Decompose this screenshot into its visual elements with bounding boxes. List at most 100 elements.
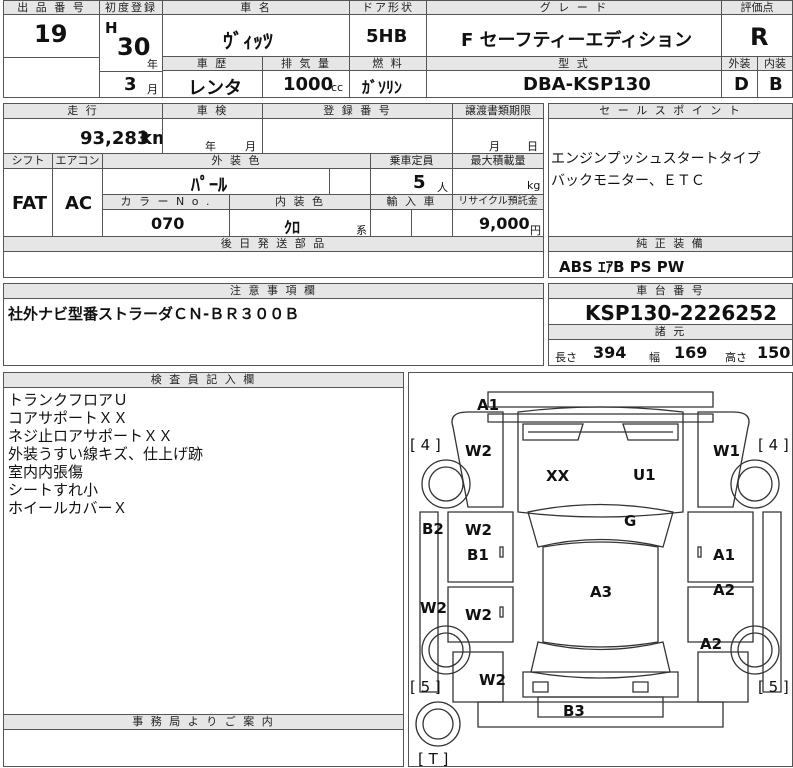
mileage-header: 走 行 <box>3 103 163 119</box>
mileage-cell: 93,283 km <box>3 118 171 154</box>
max-load-header: 最大積載量 <box>452 153 544 169</box>
inspection-month: 月 <box>245 140 256 153</box>
height-value: 150 <box>757 343 791 362</box>
history-header: 車 歴 <box>162 56 263 71</box>
chassis-value: KSP130-2226252 <box>585 301 778 325</box>
grade-cell: F セーフティーエディション <box>426 14 722 57</box>
model-header: 型 式 <box>426 56 722 71</box>
code-front-right-w1: W1 <box>713 442 740 460</box>
capacity-value: 5 <box>413 172 426 193</box>
notes-value: 社外ナビ型番ストラーダＣＮ-ＢＲ３００Ｂ <box>8 305 300 323</box>
code-right-rear-fender-a2: A2 <box>700 635 723 653</box>
later-parts-header: 後 日 発 送 部 品 <box>3 236 544 252</box>
month-value: 3 <box>124 74 137 95</box>
inspector-cell: トランクフロアＵ コアサポートＸＸ ネジ止ロアサポートＸＸ 外装うすい線キズ、仕… <box>3 387 404 715</box>
year-unit: 年 <box>147 58 158 71</box>
genuine-equip-value: ABS ｴｱB PS PW <box>559 258 685 276</box>
code-front-a1: A1 <box>477 396 500 414</box>
exterior-header: 外装 <box>721 56 758 71</box>
int-color-cell: ｸﾛ 系 <box>229 209 371 237</box>
lot-no-header: 出 品 番 号 <box>3 0 100 15</box>
month-unit: 月 <box>147 83 158 96</box>
capacity-unit: 人 <box>437 181 448 194</box>
inspection-year: 年 <box>205 140 216 153</box>
int-color-header: 内 装 色 <box>229 194 371 210</box>
transfer-month: 月 <box>489 140 500 153</box>
fuel-cell: ｶﾞｿﾘﾝ <box>349 70 427 98</box>
shift-cell: FAT <box>3 168 53 237</box>
tire-right-rear: [ 5 ] <box>758 678 789 696</box>
interior-value: B <box>769 74 783 95</box>
import-cell-a <box>370 209 412 237</box>
rating-cell: R <box>721 14 793 57</box>
recycle-cell: 9,000 円 <box>452 209 544 237</box>
tire-left-rear: [ 5 ] <box>410 678 441 696</box>
width-label: 幅 <box>649 351 660 364</box>
reg-no-cell <box>262 118 453 154</box>
length-label: 長さ <box>555 351 577 364</box>
car-name-cell: ｳﾞｨｯﾂ <box>162 14 350 57</box>
transfer-cell: 月 日 <box>452 118 544 154</box>
code-rear-left-w2: W2 <box>479 671 506 689</box>
door-value: 5HB <box>366 26 408 47</box>
code-right-front-door-a1: A1 <box>713 546 736 564</box>
shift-header: シフト <box>3 153 53 169</box>
displacement-header: 排 気 量 <box>262 56 350 71</box>
door-cell: 5HB <box>349 14 427 57</box>
first-reg-month-cell: 3 月 <box>99 71 163 98</box>
door-header: ドア形状 <box>349 0 427 15</box>
ext-color-header: 外 装 色 <box>102 153 371 169</box>
rating-value: R <box>750 23 769 51</box>
inspector-header: 検 査 員 記 入 欄 <box>3 372 404 388</box>
dimensions-header: 諸 元 <box>548 324 793 340</box>
code-left-rear-door-w2: W2 <box>465 606 492 624</box>
model-cell: DBA-KSP130 <box>426 70 722 98</box>
code-right-rear-door-a2: A2 <box>713 581 736 599</box>
inspector-line: ホイールカバーＸ <box>8 499 128 517</box>
aircon-cell: AC <box>52 168 103 237</box>
displacement-unit: cc <box>331 81 344 94</box>
car-diagram <box>415 391 782 747</box>
interior-header: 内装 <box>757 56 793 71</box>
sales-point-line1: エンジンプッシュスタートタイプ <box>551 151 761 167</box>
recycle-value: 9,000 <box>479 214 530 233</box>
max-load-unit: kg <box>527 179 541 192</box>
import-cell-b <box>411 209 453 237</box>
code-hood-xx: XX <box>546 467 570 485</box>
genuine-equip-header: 純 正 装 備 <box>548 236 793 252</box>
fuel-value: ｶﾞｿﾘﾝ <box>362 78 403 97</box>
ext-color-cell: ﾊﾟｰﾙ <box>102 168 330 196</box>
code-roof-a3: A3 <box>590 583 613 601</box>
sales-point-line2: バックモニター、ＥＴＣ <box>551 173 705 189</box>
aircon-value: AC <box>65 193 93 214</box>
tire-spare: [ T ] <box>418 750 449 768</box>
tire-left-front: [ 4 ] <box>410 436 441 454</box>
model-value: DBA-KSP130 <box>523 74 651 95</box>
history-value: レンタ <box>188 78 242 99</box>
code-left-front-door-b1: B1 <box>467 546 489 564</box>
era-value: H <box>105 19 118 37</box>
import-header: 輸 入 車 <box>370 194 453 210</box>
code-left-front-door-w2: W2 <box>465 521 492 539</box>
sales-point-header: セ ー ル ス ポ イ ン ト <box>548 103 793 119</box>
grade-value: F セーフティーエディション <box>461 30 693 51</box>
chassis-header: 車 台 番 号 <box>548 283 793 299</box>
code-hood-u1: U1 <box>633 466 656 484</box>
reg-no-header: 登 録 番 号 <box>262 103 453 119</box>
displacement-cell: 1000 cc <box>262 70 350 98</box>
grade-header: グ レ ー ド <box>426 0 722 15</box>
color-no-header: カ ラ ー N o . <box>102 194 230 210</box>
displacement-value: 1000 <box>283 74 334 95</box>
sales-point-cell: エンジンプッシュスタートタイプ バックモニター、ＥＴＣ <box>548 118 793 237</box>
interior-cell: B <box>757 70 793 98</box>
color-no-cell: 070 <box>102 209 230 237</box>
notes-header: 注 意 事 項 欄 <box>3 283 544 299</box>
code-left-b2: B2 <box>422 520 444 538</box>
code-front-left-w2: W2 <box>465 442 492 460</box>
car-name-value: ｳﾞｨｯﾂ <box>223 29 273 53</box>
exterior-value: D <box>734 74 749 95</box>
car-name-header: 車 名 <box>162 0 350 15</box>
chassis-cell: KSP130-2226252 <box>548 298 793 325</box>
dimensions-cell: 長さ 394 幅 169 高さ 150 <box>548 339 793 366</box>
int-color-value: ｸﾛ <box>284 218 301 237</box>
